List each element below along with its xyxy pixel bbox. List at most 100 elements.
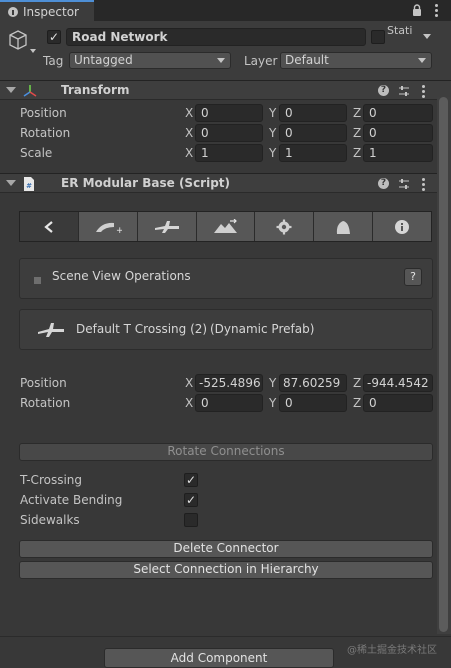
tag-dropdown[interactable]: Untagged [69,52,231,69]
position-x-field[interactable]: 0 [195,104,263,122]
back-arrow-icon [44,220,53,233]
rotation-y-field[interactable]: 0 [279,124,347,142]
inspector-tab-bar: Inspector [0,0,451,21]
transform-title: Transform [61,83,130,97]
position-z-field[interactable]: 0 [363,104,433,122]
t-crossing-label: T-Crossing [20,473,83,487]
layer-label: Layer [244,54,278,68]
connector-rotation-label: Rotation [20,396,71,410]
activate-bending-checkbox[interactable]: ✓ [184,493,198,507]
connector-position-y-field[interactable]: 87.60259 [279,374,347,392]
info-button[interactable] [373,212,432,241]
sidewalks-checkbox[interactable] [184,513,198,527]
tab-label: Inspector [23,4,79,19]
t-crossing-checkbox[interactable]: ✓ [184,473,198,487]
connector-icon [154,220,179,233]
tab-inspector[interactable]: Inspector [0,0,94,21]
connector-position-label: Position [20,376,67,390]
checkmark-icon: ✓ [48,30,60,44]
icon-dropdown-caret-icon[interactable] [30,49,36,53]
layer-value: Default [285,53,329,67]
axis-z-label: Z [353,146,362,160]
rotate-connections-button[interactable]: Rotate Connections [19,443,433,461]
connector-button[interactable] [137,212,197,241]
svg-text:+: + [116,226,122,235]
static-dropdown-caret-icon[interactable] [423,34,431,39]
scene-ops-label: Scene View Operations [52,269,191,283]
foldout-arrow-icon[interactable] [6,87,16,93]
script-header[interactable]: # ER Modular Base (Script) ? [0,173,451,193]
layer-dropdown[interactable]: Default [280,52,432,69]
help-icon[interactable]: ? [378,178,389,189]
axis-y-label: Y [269,146,277,160]
connector-rotation-z-field[interactable]: 0 [363,394,433,412]
select-connection-button[interactable]: Select Connection in Hierarchy [19,561,433,579]
static-checkbox[interactable] [371,30,385,44]
presets-icon[interactable] [398,85,410,97]
rotation-z-field[interactable]: 0 [363,124,433,142]
activate-bending-label: Activate Bending [20,493,123,507]
connector-icon [38,323,64,337]
chevron-down-icon [217,58,225,63]
scale-label: Scale [20,146,53,160]
add-road-button[interactable]: + [78,212,138,241]
help-icon[interactable]: ? [378,85,389,96]
transform-axes-icon [23,85,37,97]
object-name-field[interactable]: Road Network [66,28,366,46]
axis-z-label: Z [353,396,362,410]
chevron-down-icon [418,58,426,63]
axis-z-label: Z [353,126,362,140]
back-button[interactable] [20,212,79,241]
prefab-button[interactable] [314,212,374,241]
position-y-field[interactable]: 0 [279,104,347,122]
info-icon [395,219,410,234]
tag-label: Tag [43,54,64,68]
scale-x-field[interactable]: 1 [195,144,263,162]
active-checkbox[interactable]: ✓ [47,30,61,44]
static-label: Static [387,25,413,37]
connector-position-x-field[interactable]: -525.4896 [195,374,263,392]
settings-gear-icon [276,219,292,234]
rotation-x-field[interactable]: 0 [195,124,263,142]
settings-button[interactable] [255,212,315,241]
foldout-square-icon [34,277,41,284]
axis-x-label: X [185,146,194,160]
connector-rotation-y-field[interactable]: 0 [279,394,347,412]
axis-y-label: Y [269,396,277,410]
terrain-button[interactable] [196,212,256,241]
transform-header[interactable]: Transform ? [0,80,451,100]
foldout-arrow-icon[interactable] [6,180,16,186]
checkmark-icon: ✓ [185,473,197,487]
axis-z-label: Z [353,106,362,120]
scale-y-field[interactable]: 1 [279,144,347,162]
checkmark-icon: ✓ [185,493,197,507]
axis-z-label: Z [353,376,362,390]
tag-value: Untagged [74,53,133,67]
scene-ops-panel[interactable]: Scene View Operations ? [19,258,433,299]
component-menu-icon[interactable] [421,178,425,191]
scrollbar-thumb[interactable] [439,97,448,632]
delete-connector-button[interactable]: Delete Connector [19,540,433,558]
prefab-info-panel: Default T Crossing (2) (Dynamic Prefab) [19,309,433,350]
presets-icon[interactable] [398,178,410,190]
axis-y-label: Y [269,376,277,390]
axis-x-label: X [185,396,194,410]
lock-icon[interactable] [412,4,422,16]
prefab-name: Default T Crossing (2) [76,322,208,336]
terrain-icon [213,218,237,233]
script-title: ER Modular Base (Script) [61,176,231,190]
svg-text:#: # [26,182,32,190]
component-menu-icon[interactable] [421,85,425,98]
watermark: @稀土掘金技术社区 [347,645,437,656]
axis-x-label: X [185,126,194,140]
axis-x-label: X [185,106,194,120]
add-road-icon: + [95,222,122,235]
connector-rotation-x-field[interactable]: 0 [195,394,263,412]
kebab-menu-icon[interactable] [434,4,438,17]
add-component-button[interactable]: Add Component [104,648,334,668]
scale-z-field[interactable]: 1 [363,144,433,162]
scene-ops-help-button[interactable]: ? [404,268,422,286]
connector-position-z-field[interactable]: -944.4542 [363,374,433,392]
prefab-icon [337,220,351,234]
axis-x-label: X [185,376,194,390]
